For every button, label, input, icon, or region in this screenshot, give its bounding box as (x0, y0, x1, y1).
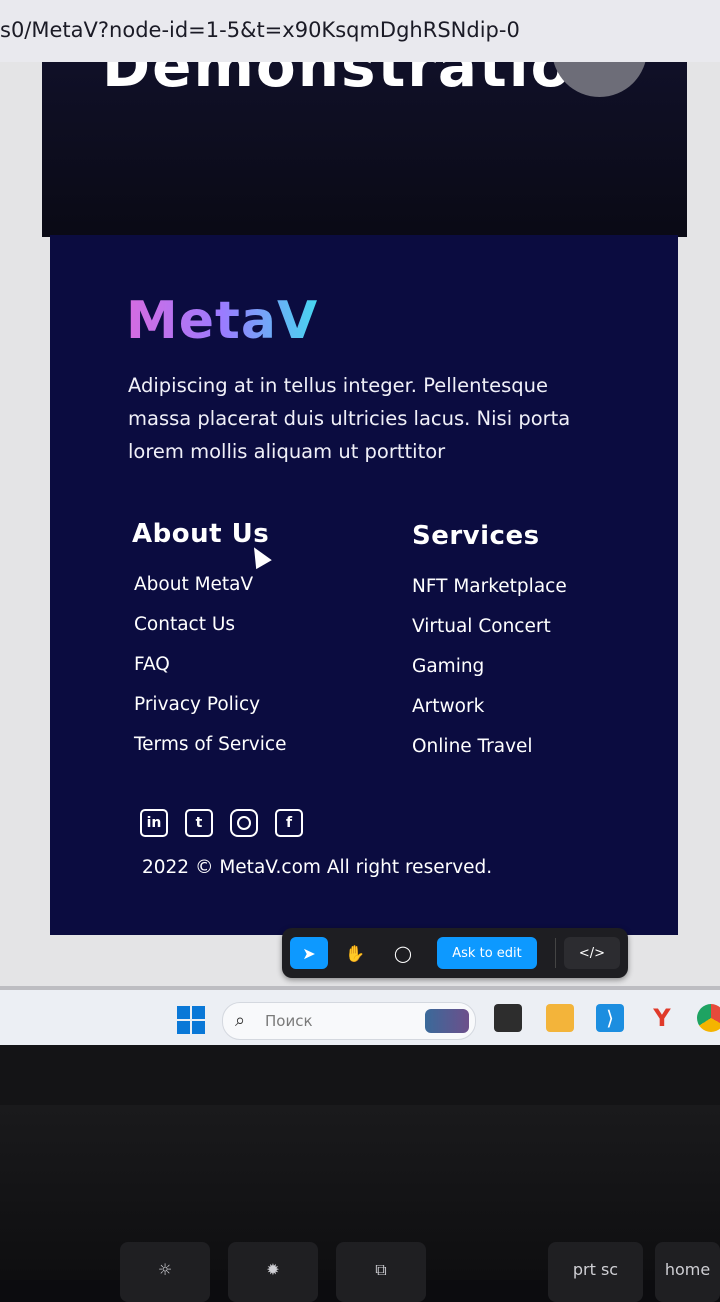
windows-taskbar: ⌕ Поиск ⟩ Y (0, 990, 720, 1045)
print-screen-key: prt sc (548, 1242, 643, 1302)
link-about-metav[interactable]: About MetaV (134, 565, 286, 605)
link-contact-us[interactable]: Contact Us (134, 605, 286, 645)
hand-tool-button[interactable]: ✋ (336, 937, 374, 969)
link-online-travel[interactable]: Online Travel (412, 727, 567, 767)
yandex-browser-icon[interactable]: Y (648, 1004, 676, 1032)
brand-logo: MetaV (126, 291, 319, 351)
figma-toolbar: ➤ ✋ ◯ Ask to edit </> (282, 928, 628, 978)
facebook-icon[interactable]: f (275, 809, 303, 837)
footer-description: Adipiscing at in tellus integer. Pellent… (128, 374, 571, 463)
browser-address-bar[interactable]: s0/MetaV?node-id=1-5&t=x90KsqmDghRSNdip-… (0, 0, 720, 64)
social-links: in t f (140, 809, 303, 837)
chrome-icon[interactable] (697, 1004, 720, 1032)
ask-to-edit-button[interactable]: Ask to edit (437, 937, 537, 969)
link-gaming[interactable]: Gaming (412, 647, 567, 687)
copyright-text: 2022 © MetaV.com All right reserved. (142, 857, 493, 878)
link-terms-of-service[interactable]: Terms of Service (134, 725, 286, 765)
search-icon: ⌕ (235, 1010, 246, 1031)
link-privacy-policy[interactable]: Privacy Policy (134, 685, 286, 725)
link-faq[interactable]: FAQ (134, 645, 286, 685)
hero-section: Demonstration (42, 62, 687, 237)
windows-start-icon[interactable] (177, 1006, 205, 1034)
comment-tool-button[interactable]: ◯ (384, 937, 422, 969)
file-explorer-icon[interactable] (546, 1004, 574, 1032)
hero-title: Demonstration (102, 62, 616, 100)
link-virtual-concert[interactable]: Virtual Concert (412, 607, 567, 647)
services-links: NFT Marketplace Virtual Concert Gaming A… (412, 567, 567, 767)
dev-mode-button[interactable]: </> (564, 937, 620, 969)
services-heading: Services (412, 521, 540, 551)
move-tool-button[interactable]: ➤ (290, 937, 328, 969)
laptop-bezel (0, 1045, 720, 1105)
link-nft-marketplace[interactable]: NFT Marketplace (412, 567, 567, 607)
url-text[interactable]: s0/MetaV?node-id=1-5&t=x90KsqmDghRSNdip-… (0, 18, 520, 42)
twitter-icon[interactable]: t (185, 809, 213, 837)
taskbar-search[interactable]: ⌕ Поиск (222, 1002, 476, 1040)
brightness-down-key: ☼ (120, 1242, 210, 1302)
about-links: About MetaV Contact Us FAQ Privacy Polic… (134, 565, 286, 765)
home-key: home (655, 1242, 720, 1302)
instagram-icon[interactable] (230, 809, 258, 837)
display-switch-key: ⧉ (336, 1242, 426, 1302)
search-placeholder: Поиск (265, 1012, 313, 1030)
about-heading: About Us (132, 519, 270, 549)
search-highlight-image (425, 1009, 469, 1033)
link-artwork[interactable]: Artwork (412, 687, 567, 727)
vscode-icon[interactable]: ⟩ (596, 1004, 624, 1032)
brightness-up-key: ✹ (228, 1242, 318, 1302)
linkedin-icon[interactable]: in (140, 809, 168, 837)
task-view-icon[interactable] (494, 1004, 522, 1032)
footer-section: MetaV Adipiscing at in tellus integer. P… (50, 235, 678, 935)
toolbar-divider (555, 938, 556, 968)
